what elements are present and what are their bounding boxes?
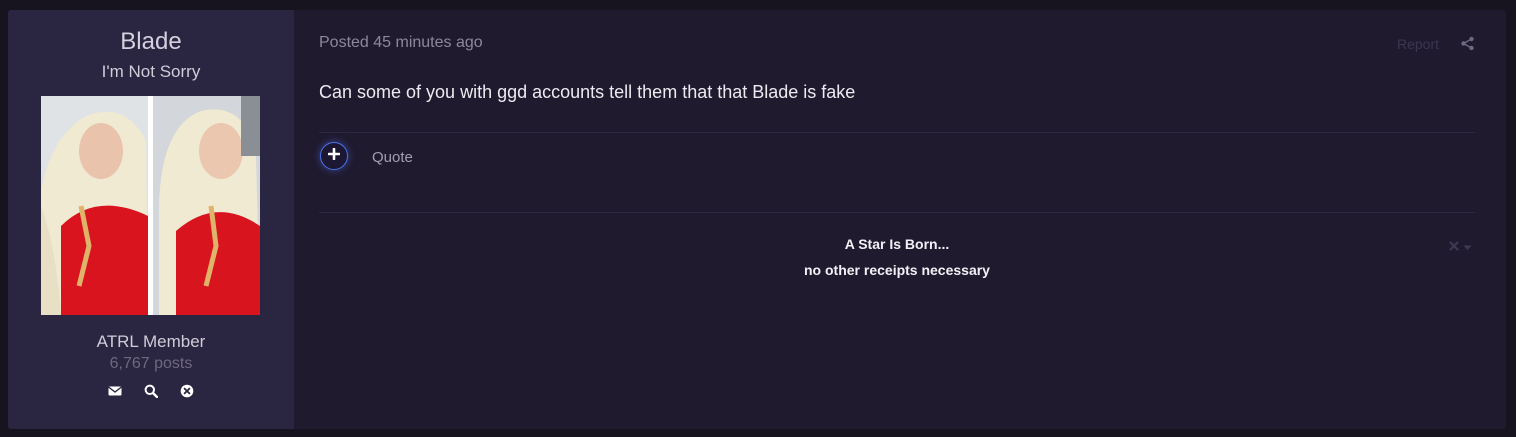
author-post-count: 6,767 posts	[109, 355, 193, 372]
divider	[319, 212, 1475, 213]
search-icon[interactable]	[144, 384, 159, 399]
author-group: ATRL Member	[96, 332, 206, 351]
quote-button[interactable]: Quote	[372, 149, 413, 166]
signature-line-1: A Star Is Born...	[844, 236, 950, 252]
forum-post: Blade I'm Not Sorry ATRL Member 6,767 po…	[8, 10, 1506, 429]
report-link[interactable]: Report	[1397, 36, 1439, 52]
block-icon[interactable]	[180, 384, 194, 398]
envelope-icon[interactable]	[108, 384, 122, 398]
reaction-button[interactable]	[320, 142, 348, 170]
close-icon	[1449, 238, 1459, 256]
author-panel: Blade I'm Not Sorry ATRL Member 6,767 po…	[8, 10, 294, 429]
share-icon[interactable]	[1460, 36, 1475, 51]
chevron-down-icon	[1463, 238, 1472, 256]
author-actions	[8, 384, 294, 399]
author-name[interactable]: Blade	[8, 28, 294, 56]
author-title: I'm Not Sorry	[101, 62, 201, 81]
plus-icon	[327, 147, 341, 165]
signature-options[interactable]	[1449, 238, 1472, 256]
post-content: Can some of you with ggd accounts tell t…	[319, 82, 856, 102]
avatar[interactable]	[41, 96, 260, 315]
signature-line-2: no other receipts necessary	[804, 262, 990, 278]
post-timestamp[interactable]: Posted 45 minutes ago	[319, 34, 483, 52]
divider	[319, 132, 1475, 133]
